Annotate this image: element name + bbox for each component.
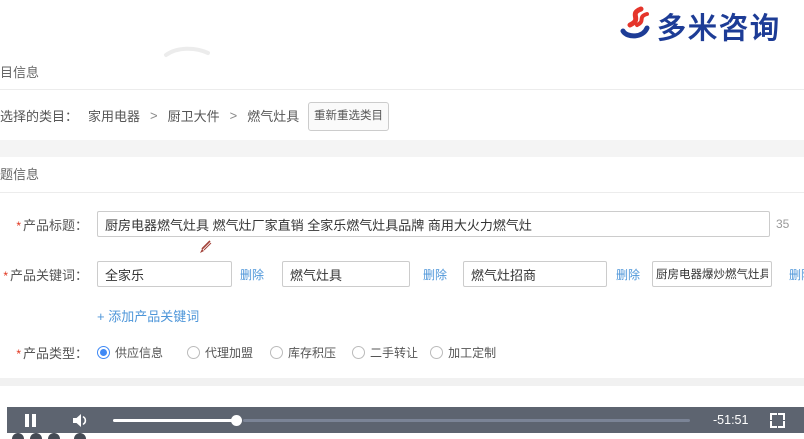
required-mark: *: [3, 268, 8, 283]
add-keyword-link[interactable]: + 添加产品关键词: [97, 306, 199, 325]
progress-handle[interactable]: [231, 414, 242, 426]
faint-swoosh-artifact: [163, 44, 211, 65]
cutoff-shape: [30, 433, 42, 439]
brand-logo: 多米咨询: [620, 5, 781, 47]
product-type-label: * 产品类型：: [16, 345, 88, 361]
radio-option-overstock[interactable]: 库存积压: [270, 344, 336, 361]
radio-option-custom[interactable]: 加工定制: [430, 344, 496, 361]
progress-remaining: [243, 418, 690, 422]
progress-bar[interactable]: [113, 414, 690, 426]
keyword-delete-link-4[interactable]: 删除: [789, 266, 804, 283]
brand-name: 多米咨询: [657, 13, 782, 45]
radio-button[interactable]: [430, 345, 444, 359]
selected-category-row: 您选择的类目： 家用电器 > 厨卫大件 > 燃气灶具: [0, 106, 299, 125]
radio-button[interactable]: [187, 345, 201, 359]
video-player-bar: -51:51: [7, 407, 804, 433]
progress-played: [113, 418, 237, 422]
section-spacer-band: [0, 378, 804, 386]
required-mark: *: [16, 218, 21, 233]
required-mark: *: [16, 346, 21, 361]
keyword-input-2[interactable]: [282, 261, 411, 287]
selected-category-label: 您选择的类目：: [0, 109, 79, 124]
cutoff-shape: [12, 433, 24, 439]
radio-button[interactable]: [352, 345, 366, 359]
keyword-delete-link-3[interactable]: 删除: [616, 266, 640, 283]
breadcrumb-item: 厨卫大件: [167, 109, 220, 124]
title-char-counter: 35: [776, 217, 790, 231]
radio-button[interactable]: [270, 345, 284, 359]
keyword-input-1[interactable]: [97, 261, 232, 287]
category-section-heading: 类目信息: [0, 65, 40, 80]
pause-icon[interactable]: [25, 413, 36, 427]
divider: [0, 192, 804, 193]
product-title-label: * 产品标题：: [16, 217, 88, 233]
time-remaining: -51:51: [713, 413, 749, 427]
title-section-heading: 标题信息: [0, 167, 40, 182]
keyword-input-3[interactable]: [463, 261, 608, 287]
pencil-cursor-icon: [198, 240, 212, 259]
product-keywords-row: *产品关键词： 删除 删除 删除 删除: [0, 258, 804, 290]
radio-option-supply[interactable]: 供应信息: [97, 344, 163, 361]
breadcrumb-item: 燃气灶具: [247, 109, 300, 124]
keyword-delete-link-1[interactable]: 删除: [240, 266, 264, 283]
product-title-input[interactable]: [97, 211, 770, 237]
breadcrumb-separator: >: [150, 108, 158, 123]
product-type-row: * 产品类型： 供应信息 代理加盟 库存积压 二手转让 加工定制: [0, 340, 496, 364]
volume-icon[interactable]: [72, 413, 88, 428]
brand-logo-icon: [620, 6, 650, 47]
radio-button[interactable]: [97, 345, 110, 359]
breadcrumb-separator: >: [229, 108, 238, 123]
cutoff-shape: [48, 433, 60, 439]
divider: [0, 89, 804, 90]
product-keywords-label: * 产品关键词：: [3, 267, 88, 283]
section-spacer-band: [0, 140, 804, 157]
product-title-row: *产品标题： 35: [0, 208, 789, 240]
keyword-delete-link-2[interactable]: 删除: [423, 266, 447, 283]
reselect-category-button[interactable]: 重新重选类目: [308, 102, 389, 131]
fullscreen-icon[interactable]: [770, 412, 786, 428]
radio-option-secondhand[interactable]: 二手转让: [352, 344, 418, 361]
keyword-input-4[interactable]: [652, 261, 773, 287]
radio-option-agency[interactable]: 代理加盟: [187, 344, 253, 361]
cutoff-shape: [74, 433, 86, 439]
breadcrumb-item: 家用电器: [88, 109, 141, 124]
